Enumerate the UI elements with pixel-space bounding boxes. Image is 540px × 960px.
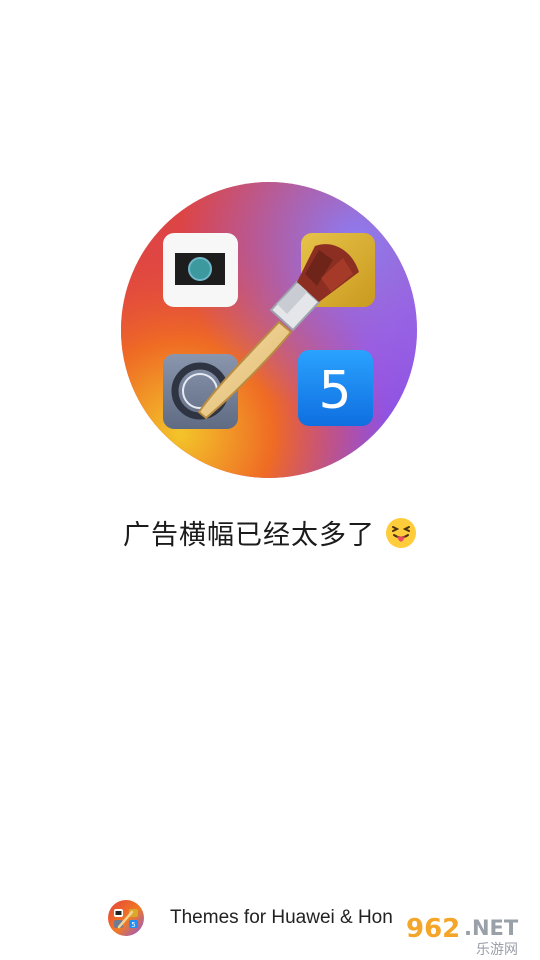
- app-logo: 5: [121, 182, 417, 478]
- tile-number: 5: [318, 361, 351, 421]
- number-tile-icon: 5: [298, 350, 373, 426]
- app-logo-graphic: 5: [121, 182, 417, 478]
- screen-tile-icon: [163, 233, 238, 307]
- watermark-number: 962: [406, 914, 460, 944]
- watermark-sub: 乐游网: [476, 942, 518, 958]
- app-icon: 5: [108, 900, 144, 936]
- tagline: 广告横幅已经太多了: [0, 513, 540, 552]
- watermark-suffix: .NET: [464, 916, 519, 940]
- svg-text:5: 5: [131, 921, 135, 929]
- watermark-graphic: 962 .NET 乐游网: [400, 910, 538, 958]
- site-watermark: 962 .NET 乐游网: [400, 910, 538, 958]
- app-name-text: Themes for Huawei & Hon: [170, 907, 393, 928]
- tagline-text: 广告横幅已经太多了: [123, 520, 375, 551]
- tongue-out-emoji-icon: [386, 517, 416, 548]
- footer-branding: 5 Themes for Huawei & Hon: [108, 898, 393, 938]
